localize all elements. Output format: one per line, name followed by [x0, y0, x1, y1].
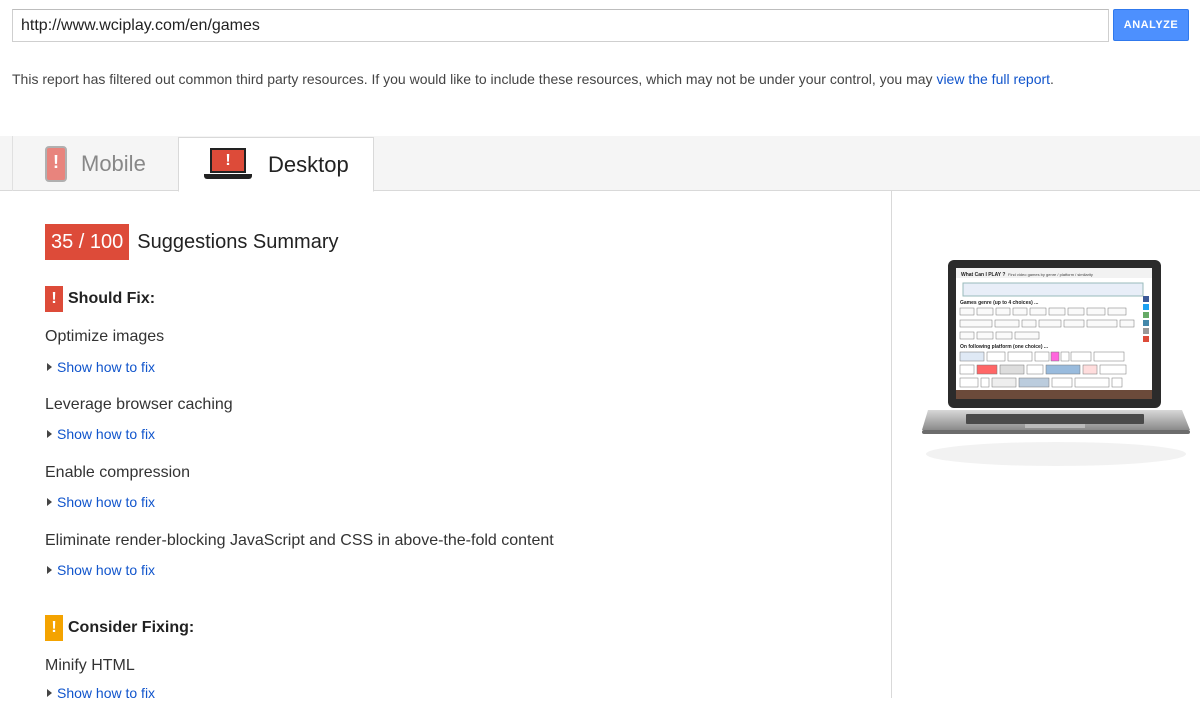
rule-title: Eliminate render-blocking JavaScript and…: [45, 532, 554, 549]
show-how-to-fix-link[interactable]: Show how to fix: [45, 359, 155, 375]
expand-triangle-icon: [47, 363, 52, 371]
notice-text: This report has filtered out common thir…: [12, 71, 937, 87]
show-how-to-fix-link[interactable]: Show how to fix: [45, 494, 155, 510]
url-input[interactable]: [12, 9, 1109, 42]
preview-section-platform: On following platform (one choice) ...: [960, 344, 1049, 350]
consider-fixing-heading: ! Consider Fixing:: [45, 615, 194, 641]
expand-triangle-icon: [47, 689, 52, 697]
rule-title: Enable compression: [45, 464, 190, 481]
expand-triangle-icon: [47, 430, 52, 438]
expand-triangle-icon: [47, 566, 52, 574]
rule-title: Leverage browser caching: [45, 396, 233, 413]
laptop-preview-image: What Can I PLAY ? Find video games by ge…: [922, 260, 1190, 466]
view-full-report-link[interactable]: view the full report: [936, 71, 1050, 87]
show-how-to-fix-link[interactable]: Show how to fix: [45, 562, 155, 578]
should-fix-heading: ! Should Fix:: [45, 286, 155, 312]
analyze-button[interactable]: ANALYZE: [1113, 9, 1189, 41]
preview-site-tagline: Find video games by genre / platform / s…: [1008, 272, 1093, 277]
summary-title: Suggestions Summary: [137, 230, 339, 253]
device-tab-bar: Mobile ! Desktop: [0, 136, 1200, 192]
rule-title: Minify HTML: [45, 657, 135, 674]
caution-icon: !: [45, 615, 63, 641]
expand-triangle-icon: [47, 498, 52, 506]
warning-icon: !: [45, 286, 63, 312]
score-summary: 35 / 100 Suggestions Summary: [45, 224, 339, 260]
preview-section-genre: Games genre (up to 4 choices) ...: [960, 300, 1039, 306]
tab-desktop-label: Desktop: [268, 151, 349, 177]
laptop-icon: !: [204, 147, 252, 182]
show-how-to-fix-link[interactable]: Show how to fix: [45, 685, 155, 701]
rule-title: Optimize images: [45, 328, 165, 345]
column-divider: [891, 191, 892, 698]
tab-desktop[interactable]: ! Desktop: [178, 137, 374, 192]
score-badge: 35 / 100: [45, 224, 130, 260]
show-how-to-fix-link[interactable]: Show how to fix: [45, 426, 155, 442]
phone-icon: [45, 145, 67, 182]
desktop-preview: What Can I PLAY ? Find video games by ge…: [920, 258, 1192, 488]
tab-mobile-label: Mobile: [81, 150, 146, 176]
preview-site-title: What Can I PLAY ?: [961, 272, 1005, 278]
filter-notice: This report has filtered out common thir…: [12, 67, 1082, 91]
tab-mobile[interactable]: Mobile: [12, 136, 178, 191]
notice-suffix: .: [1050, 71, 1054, 87]
url-bar: [12, 9, 1109, 42]
